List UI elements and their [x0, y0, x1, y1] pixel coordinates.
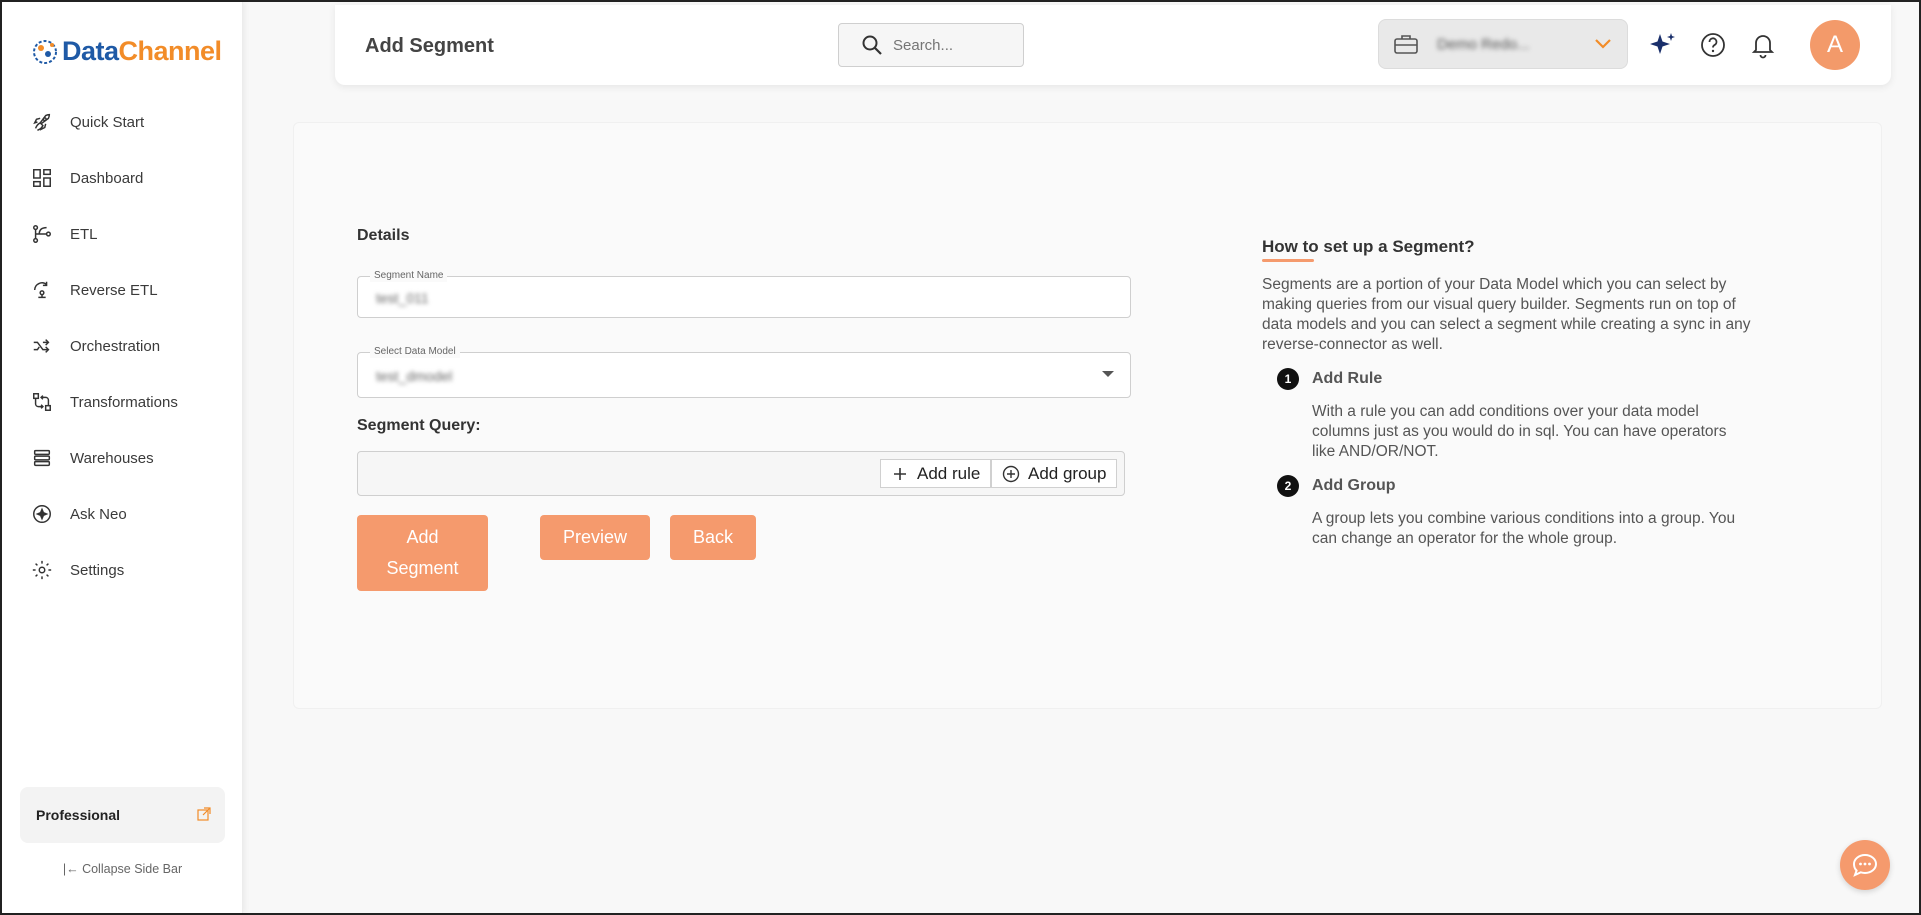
collapse-label: Collapse Side Bar	[82, 862, 183, 876]
add-segment-card: Details Segment Name test_011 Select Dat…	[293, 122, 1882, 709]
help-icon[interactable]	[1698, 30, 1728, 60]
plan-label: Professional	[36, 807, 121, 823]
logo[interactable]: DataChannel	[30, 36, 222, 67]
add-segment-button[interactable]: Add Segment	[357, 515, 488, 591]
chat-support-button[interactable]	[1840, 840, 1890, 890]
top-header: Add Segment Demo Redo... A	[335, 5, 1891, 85]
logo-text: DataChannel	[62, 36, 222, 66]
search-input[interactable]	[893, 36, 1003, 54]
sidebar-item-ask-neo[interactable]: Ask Neo	[2, 486, 242, 542]
data-model-select[interactable]: Select Data Model test_dmodel	[357, 346, 1131, 398]
sidebar-nav: Quick Start Dashboard ETL Reverse ETL Or…	[2, 94, 242, 598]
sidebar-item-dashboard[interactable]: Dashboard	[2, 150, 242, 206]
help-intro: Segments are a portion of your Data Mode…	[1262, 276, 1751, 353]
circle-plus-icon	[1002, 465, 1020, 482]
user-avatar[interactable]: A	[1810, 20, 1860, 70]
sidebar-item-label: Transformations	[70, 393, 178, 411]
collapse-icon: |←	[62, 862, 79, 876]
step-text-add-group: A group lets you combine various conditi…	[1312, 510, 1736, 547]
sidebar-item-orchestration[interactable]: Orchestration	[2, 318, 242, 374]
help-title: How to set up a Segment?	[1262, 237, 1475, 256]
step-title-add-group: Add Group	[1312, 477, 1396, 494]
add-group-button[interactable]: Add group	[991, 459, 1118, 488]
workspace-name: Demo Redo...	[1437, 35, 1530, 53]
step-text-add-rule: With a rule you can add conditions over …	[1312, 403, 1727, 460]
sidebar-item-settings[interactable]: Settings	[2, 542, 242, 598]
add-segment-label-line1: Add	[406, 527, 439, 547]
segment-name-input[interactable]: test_011	[376, 290, 429, 306]
sidebar-item-label: Settings	[70, 561, 125, 579]
step-number: 2	[1277, 475, 1299, 497]
segment-query-label: Segment Query:	[357, 417, 481, 434]
sidebar-item-warehouses[interactable]: Warehouses	[2, 430, 242, 486]
collapse-sidebar-button[interactable]: |← Collapse Side Bar	[2, 862, 243, 876]
sidebar: DataChannel Quick Start Dashboard ETL Re…	[2, 2, 243, 913]
etl-icon	[33, 225, 51, 243]
segment-name-field[interactable]: Segment Name test_011	[357, 270, 1131, 318]
sidebar-item-label: Warehouses	[70, 449, 154, 467]
transformations-icon	[33, 393, 51, 411]
ask-neo-icon	[33, 505, 51, 523]
add-segment-label-line2: Segment	[386, 558, 459, 578]
step-number: 1	[1277, 368, 1299, 390]
workspace-selector[interactable]: Demo Redo...	[1378, 19, 1628, 69]
segment-query-builder: Add rule Add group	[357, 451, 1125, 496]
add-group-label: Add group	[1028, 463, 1107, 483]
dropdown-caret-icon	[1102, 371, 1114, 377]
data-channel-logo-icon	[33, 39, 57, 64]
orchestration-icon	[33, 339, 50, 353]
warehouses-icon	[33, 449, 51, 467]
sidebar-item-quick-start[interactable]: Quick Start	[2, 94, 242, 150]
briefcase-icon	[1394, 35, 1418, 54]
back-button[interactable]: Back	[670, 515, 756, 560]
step-title-add-rule: Add Rule	[1312, 370, 1383, 387]
plan-badge[interactable]: Professional	[20, 787, 225, 843]
rocket-icon	[33, 113, 51, 131]
chat-bubble-icon	[1852, 853, 1878, 877]
help-title-underline	[1262, 259, 1314, 262]
chevron-down-icon	[1595, 39, 1611, 49]
sidebar-item-label: Reverse ETL	[70, 281, 158, 299]
sidebar-item-label: Quick Start	[70, 113, 145, 131]
reverse-etl-icon	[33, 281, 48, 299]
notification-bell-icon[interactable]	[1748, 30, 1778, 60]
add-rule-button[interactable]: Add rule	[880, 459, 992, 488]
sidebar-item-label: ETL	[70, 225, 98, 243]
sidebar-item-reverse-etl[interactable]: Reverse ETL	[2, 262, 242, 318]
data-model-value: test_dmodel	[376, 368, 453, 384]
segment-name-label: Segment Name	[370, 270, 448, 282]
data-model-label: Select Data Model	[370, 346, 460, 358]
settings-icon	[32, 560, 52, 580]
external-link-icon	[197, 807, 211, 821]
sidebar-item-label: Orchestration	[70, 337, 161, 355]
details-heading: Details	[357, 227, 410, 244]
add-rule-label: Add rule	[917, 463, 981, 483]
search-icon	[862, 35, 882, 55]
page-title: Add Segment	[365, 35, 494, 57]
sidebar-item-label: Dashboard	[70, 169, 144, 187]
sidebar-item-label: Ask Neo	[70, 505, 127, 523]
preview-button[interactable]: Preview	[540, 515, 650, 560]
search-box[interactable]	[838, 23, 1024, 67]
sidebar-item-etl[interactable]: ETL	[2, 206, 242, 262]
sparkle-ai-icon[interactable]	[1648, 30, 1678, 60]
dashboard-icon	[33, 169, 51, 187]
plus-icon	[894, 467, 906, 480]
sidebar-item-transformations[interactable]: Transformations	[2, 374, 242, 430]
